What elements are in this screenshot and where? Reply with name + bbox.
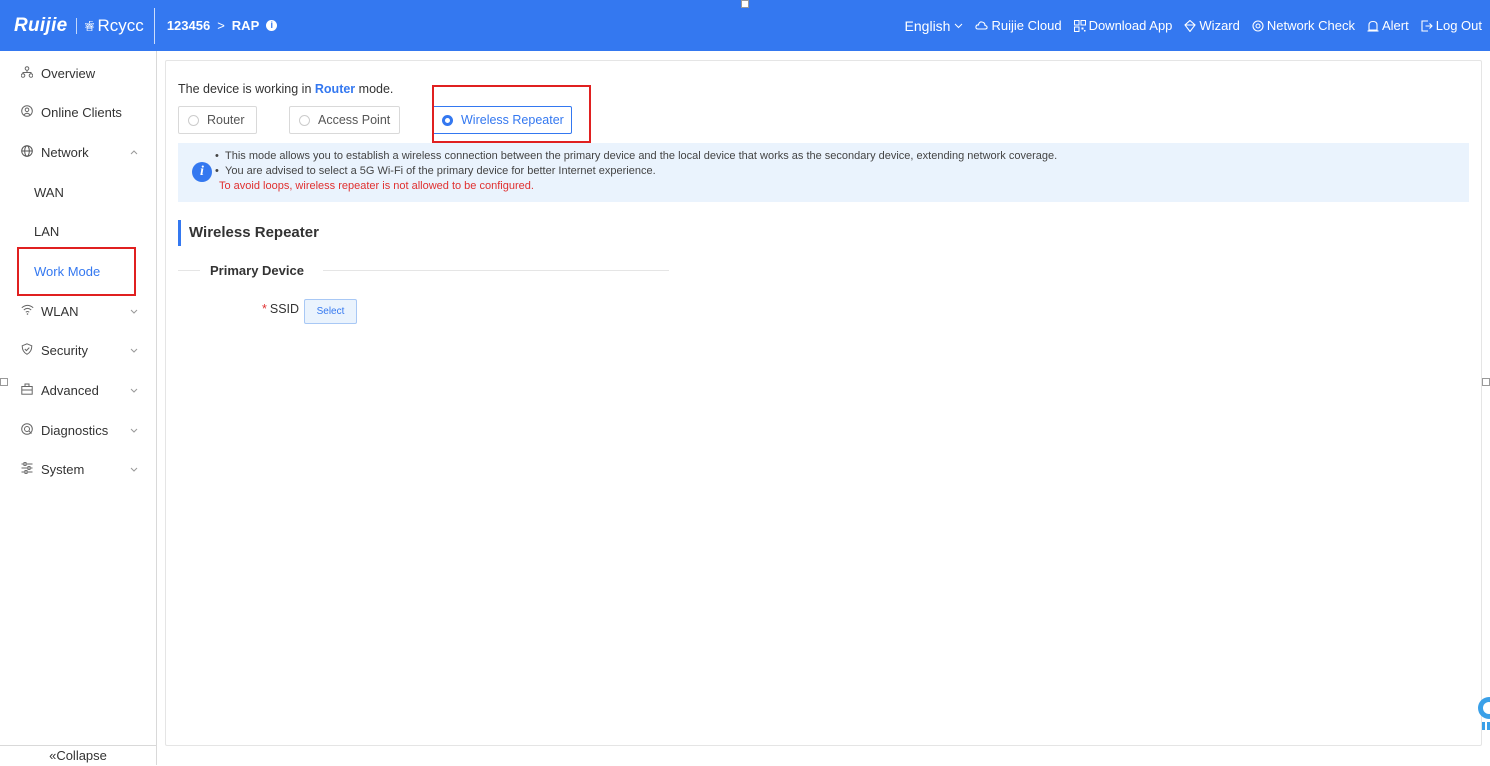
chevron-down-icon xyxy=(130,306,138,316)
info-line: You are advised to select a 5G Wi-Fi of … xyxy=(215,165,656,177)
sidebar: Overview Online Clients Network WAN LAN … xyxy=(0,51,157,765)
ruijie-cloud-link[interactable]: Ruijie Cloud xyxy=(975,18,1062,33)
sidebar-item-label: System xyxy=(41,461,85,477)
brand-divider xyxy=(75,17,77,34)
radio-circle-icon xyxy=(299,114,310,126)
sidebar-item-security[interactable]: Security xyxy=(0,330,156,370)
wizard-icon xyxy=(1184,19,1197,32)
info-icon[interactable]: i xyxy=(266,20,278,31)
info-line: This mode allows you to establish a wire… xyxy=(215,150,1057,162)
rcycc-logo: 睿 Rcycc xyxy=(84,15,144,35)
window-resize-handle[interactable] xyxy=(1482,378,1490,386)
sidebar-item-label: Overview xyxy=(41,65,96,81)
ssid-label: * SSID xyxy=(262,302,300,316)
mode-radio-wireless-repeater[interactable]: Wireless Repeater xyxy=(432,106,572,134)
sidebar-item-network[interactable]: Network xyxy=(0,132,156,172)
mode-radio-access-point[interactable]: Access Point xyxy=(289,106,400,134)
shield-icon xyxy=(20,342,34,358)
mode-radio-router[interactable]: Router xyxy=(178,106,257,134)
qr-code-icon xyxy=(1073,19,1086,32)
sidebar-item-label: WLAN xyxy=(41,303,79,319)
header-actions: English Ruijie Cloud Download App Wizard… xyxy=(905,0,1482,51)
sidebar-item-label: Diagnostics xyxy=(41,422,109,438)
sidebar-item-label: Network xyxy=(41,144,89,160)
sidebar-item-label: WAN xyxy=(34,184,64,200)
header-divider xyxy=(153,7,155,44)
device-mode: RAP xyxy=(231,18,260,33)
chevron-down-icon xyxy=(130,464,138,474)
sidebar-item-overview[interactable]: Overview xyxy=(0,53,156,93)
advanced-icon xyxy=(20,383,34,398)
system-icon xyxy=(20,461,34,477)
sidebar-item-label: LAN xyxy=(34,223,60,239)
breadcrumb-separator: > xyxy=(217,18,225,33)
current-mode-text: The device is working in Router mode. xyxy=(178,82,394,96)
sidebar-item-label: Advanced xyxy=(41,382,99,398)
window-resize-handle[interactable] xyxy=(0,378,8,386)
diagnostics-icon xyxy=(20,422,34,438)
brand-logo: Ruijie 睿 Rcycc xyxy=(0,0,144,51)
support-chat-icon[interactable] xyxy=(1474,694,1490,734)
current-mode-value: Router xyxy=(314,82,356,96)
sidebar-item-label: Security xyxy=(41,342,88,358)
sidebar-item-work-mode[interactable]: Work Mode xyxy=(0,251,156,291)
overview-icon xyxy=(20,65,34,81)
sidebar-item-wlan[interactable]: WLAN xyxy=(0,291,156,331)
alert-icon xyxy=(1367,20,1379,32)
chevron-down-icon xyxy=(130,425,138,435)
sidebar-item-online-clients[interactable]: Online Clients xyxy=(0,92,156,132)
section-title: Wireless Repeater xyxy=(178,220,319,246)
ssid-select-button[interactable]: Select xyxy=(304,299,357,324)
chevron-down-icon xyxy=(955,23,963,28)
network-check-link[interactable]: Network Check xyxy=(1252,18,1355,33)
sidebar-item-system[interactable]: System xyxy=(0,449,156,489)
info-panel: i This mode allows you to establish a wi… xyxy=(178,143,1469,202)
cloud-icon xyxy=(975,21,989,30)
divider xyxy=(323,270,669,271)
network-check-icon xyxy=(1252,19,1264,32)
chevron-up-icon xyxy=(130,147,138,157)
required-marker: * xyxy=(262,302,267,316)
breadcrumb: 123456 > RAP i xyxy=(166,18,278,33)
ruijie-logo: Ruijie xyxy=(14,14,68,36)
download-app-link[interactable]: Download App xyxy=(1073,18,1172,33)
radio-checked-icon xyxy=(442,114,453,126)
divider xyxy=(178,270,200,271)
sidebar-item-lan[interactable]: LAN xyxy=(0,211,156,251)
window-resize-handle[interactable] xyxy=(741,0,749,8)
clients-icon xyxy=(20,104,34,120)
radio-circle-icon xyxy=(188,114,199,126)
device-name: 123456 xyxy=(166,18,211,33)
log-out-link[interactable]: Log Out xyxy=(1421,18,1482,33)
wizard-link[interactable]: Wizard xyxy=(1184,18,1240,33)
sidebar-item-advanced[interactable]: Advanced xyxy=(0,370,156,410)
sub-section-title: Primary Device xyxy=(210,263,304,278)
sidebar-item-diagnostics[interactable]: Diagnostics xyxy=(0,410,156,450)
sidebar-item-label: Work Mode xyxy=(34,263,101,279)
wifi-icon xyxy=(20,304,34,318)
chevron-down-icon xyxy=(130,385,138,395)
info-circle-icon: i xyxy=(192,162,212,182)
info-warning: To avoid loops, wireless repeater is not… xyxy=(219,180,534,192)
collapse-sidebar-button[interactable]: «Collapse xyxy=(0,745,156,765)
sidebar-item-label: Online Clients xyxy=(41,104,122,120)
sidebar-item-wan[interactable]: WAN xyxy=(0,172,156,212)
globe-icon xyxy=(20,144,34,160)
logout-icon xyxy=(1421,19,1433,32)
language-select[interactable]: English xyxy=(905,18,964,34)
alert-link[interactable]: Alert xyxy=(1367,18,1409,33)
chevron-down-icon xyxy=(130,345,138,355)
